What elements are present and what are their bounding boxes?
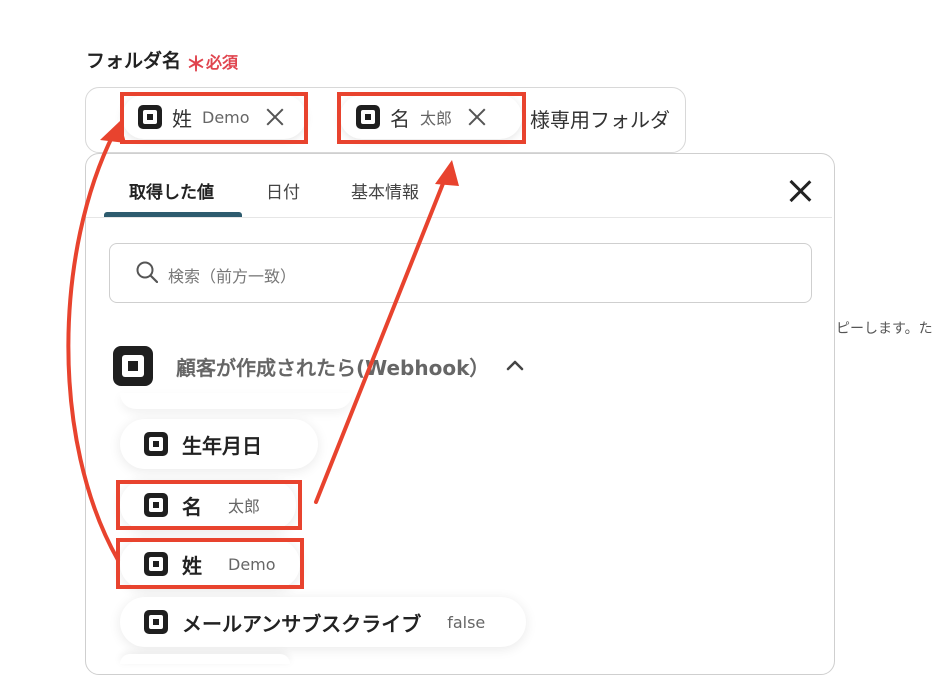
highlight-chip-first-name — [337, 92, 526, 144]
square-app-icon — [144, 610, 168, 634]
chevron-up-icon[interactable] — [506, 358, 524, 372]
highlight-item-last-name — [116, 538, 304, 589]
tab-retrieved-values[interactable]: 取得した値 — [129, 178, 214, 203]
input-suffix-text: 様専用フォルダ — [530, 108, 670, 132]
search-icon — [136, 261, 158, 283]
search-placeholder: 検索（前方一致） — [168, 267, 297, 286]
tab-divider — [86, 217, 832, 218]
list-item-label: 生年月日 — [182, 433, 262, 458]
close-icon[interactable] — [787, 178, 813, 204]
list-item-birthdate[interactable]: 生年月日 — [120, 419, 318, 469]
highlight-chip-last-name — [120, 92, 308, 144]
list-item-partial — [120, 654, 290, 664]
field-label: フォルダ名 — [86, 50, 182, 72]
tab-date[interactable]: 日付 — [266, 178, 300, 203]
list-item-email-unsubscribe[interactable]: メールアンサブスクライブ false — [120, 597, 526, 647]
required-mark: ＊ — [186, 52, 206, 76]
list-item-partial — [120, 393, 352, 409]
square-app-icon — [113, 346, 153, 386]
square-app-icon — [144, 432, 168, 456]
background-text: ピーします。た — [836, 321, 932, 337]
list-item-value: false — [447, 612, 486, 632]
section-title[interactable]: 顧客が作成されたら(Webhook） — [176, 352, 489, 381]
required-text: 必須 — [206, 53, 239, 72]
tab-basic-info[interactable]: 基本情報 — [351, 178, 419, 203]
list-item-label: メールアンサブスクライブ — [182, 611, 422, 636]
highlight-item-first-name — [116, 480, 302, 530]
